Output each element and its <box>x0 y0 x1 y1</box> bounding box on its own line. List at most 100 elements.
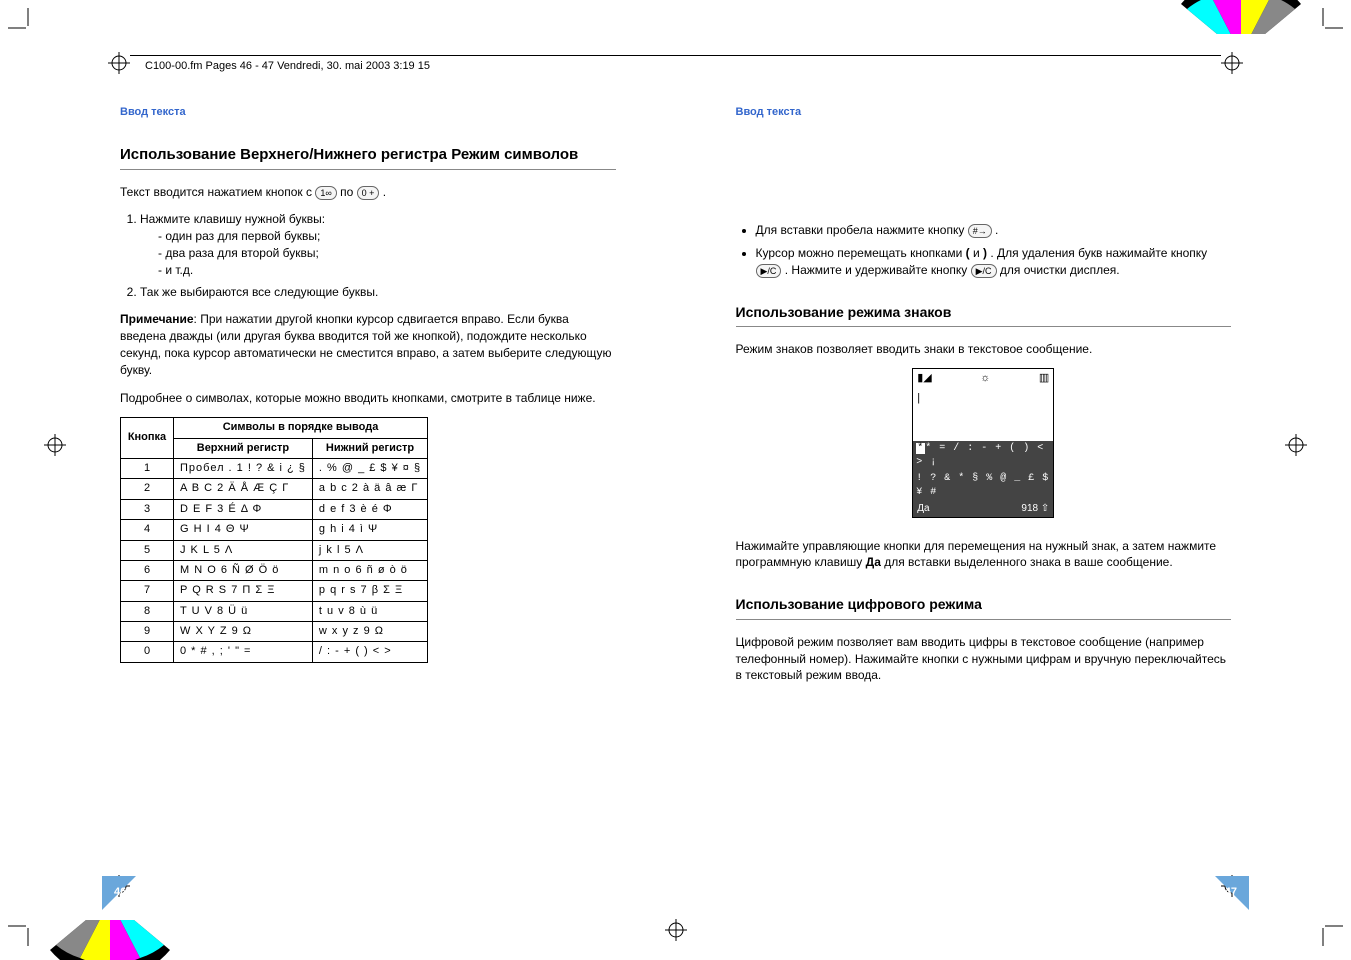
table-intro: Подробнее о символах, которые можно ввод… <box>120 390 616 407</box>
cell-lower: d e f 3 è é Φ <box>312 499 427 519</box>
text: Нажмите клавишу нужной буквы: <box>140 212 325 226</box>
cell-upper: 0 * # , ; ' " = <box>174 642 313 662</box>
cell-key: 9 <box>121 622 174 642</box>
cell-key: 0 <box>121 642 174 662</box>
cell-upper: P Q R S 7 Π Σ Ξ <box>174 581 313 601</box>
softkey-name: Да <box>866 555 881 569</box>
cell-upper: G H I 4 Θ Ψ <box>174 520 313 540</box>
table-row: 9W X Y Z 9 Ωw x y z 9 Ω <box>121 622 428 642</box>
note-label: Примечание <box>120 312 194 326</box>
phone-status-bar: ▮◢ ☼ ▥ <box>913 369 1053 388</box>
table-row: 4G H I 4 Θ Ψg h i 4 ì Ψ <box>121 520 428 540</box>
table-row: 5J K L 5 Λj k l 5 Λ <box>121 540 428 560</box>
cell-lower: a b c 2 à ä â æ Γ <box>312 479 427 499</box>
note: Примечание: При нажатии другой кнопки ку… <box>120 311 616 378</box>
symbol-paragraph: Режим знаков позволяет вводить знаки в т… <box>736 341 1232 358</box>
cell-key: 1 <box>121 458 174 478</box>
table-row: 1Пробел . 1 ! ? & i ¿ §. % @ _ £ $ ¥ ¤ § <box>121 458 428 478</box>
cell-key: 3 <box>121 499 174 519</box>
key-clear-icon: ▶/C <box>756 264 782 278</box>
cell-upper: W X Y Z 9 Ω <box>174 622 313 642</box>
text: . <box>383 185 386 199</box>
step-list: Нажмите клавишу нужной буквы: - один раз… <box>120 211 616 301</box>
key-hash-icon: #→ <box>968 224 992 238</box>
text: Текст вводится нажатием кнопок с <box>120 185 315 199</box>
text: . Нажмите и удерживайте кнопку <box>785 263 971 277</box>
cell-lower: t u v 8 ù ü <box>312 601 427 621</box>
number-paragraph: Цифровой режим позволяет вам вводить циф… <box>736 634 1232 684</box>
breadcrumb: Ввод текста <box>120 105 616 120</box>
character-table: Кнопка Символы в порядке вывода Верхний … <box>120 417 428 663</box>
heading-rule <box>736 619 1232 620</box>
key-right-icon: ) <box>983 246 987 260</box>
text: Курсор можно перемещать кнопками <box>756 246 966 260</box>
page-right: Ввод текста Для вставки пробела нажмите … <box>736 105 1232 894</box>
table-row: 8T U V 8 Ü üt u v 8 ù ü <box>121 601 428 621</box>
cell-key: 4 <box>121 520 174 540</box>
crop-mark-tl <box>8 8 36 36</box>
color-calibration-bar-icon <box>1181 0 1301 34</box>
table-row: 7P Q R S 7 Π Σ Ξp q r s 7 β Σ Ξ <box>121 581 428 601</box>
text: . Для удаления букв нажимайте кнопку <box>990 246 1207 260</box>
bullet-space: Для вставки пробела нажмите кнопку #→ . <box>756 222 1232 239</box>
col-key: Кнопка <box>121 418 174 459</box>
text: - два раза для второй буквы; <box>158 245 616 262</box>
step-1: Нажмите клавишу нужной буквы: - один раз… <box>140 211 616 278</box>
cell-upper: A B C 2 Ä Å Æ Ç Γ <box>174 479 313 499</box>
phone-symbol-row-1: ** = / : - + ( ) < > ¡ <box>913 441 1053 471</box>
table-row: 00 * # , ; ' " =/ : - + ( ) < > <box>121 642 428 662</box>
text: - один раз для первой буквы; <box>158 228 616 245</box>
page-title: Использование Верхнего/Нижнего регистра … <box>120 144 616 165</box>
registration-mark-icon <box>1285 434 1307 461</box>
intro-paragraph: Текст вводится нажатием кнопок с 1∞ по 0… <box>120 184 616 201</box>
battery-icon: ▥ <box>1039 371 1049 386</box>
crop-mark-tr <box>1315 8 1343 36</box>
registration-mark-icon <box>1221 52 1243 79</box>
text: * = / : - + ( ) < > ¡ <box>916 443 1044 468</box>
cell-key: 6 <box>121 560 174 580</box>
page-number: 46 <box>114 885 126 900</box>
text: и <box>973 246 983 260</box>
cursor-icon: | <box>917 392 920 404</box>
signal-icon: ▮◢ <box>917 371 932 386</box>
bullet-list: Для вставки пробела нажмите кнопку #→ . … <box>736 222 1232 278</box>
heading-rule <box>736 326 1232 327</box>
phone-text-area: | <box>913 389 1053 441</box>
title-rule <box>120 169 616 170</box>
symbol-paragraph-2: Нажимайте управляющие кнопки для перемещ… <box>736 538 1232 572</box>
registration-mark-icon <box>665 919 687 946</box>
registration-mark-icon <box>44 434 66 461</box>
key-1-icon: 1∞ <box>315 186 336 200</box>
registration-mark-icon <box>108 52 130 79</box>
text: . <box>995 223 998 237</box>
text: Для вставки пробела нажмите кнопку <box>756 223 968 237</box>
cell-lower: w x y z 9 Ω <box>312 622 427 642</box>
cell-upper: T U V 8 Ü ü <box>174 601 313 621</box>
cell-key: 8 <box>121 601 174 621</box>
key-0-icon: 0 + <box>357 186 380 200</box>
col-lower: Нижний регистр <box>312 438 427 458</box>
cell-upper: J K L 5 Λ <box>174 540 313 560</box>
cell-key: 2 <box>121 479 174 499</box>
key-left-icon: ( <box>966 246 970 260</box>
page-left: Ввод текста Использование Верхнего/Нижне… <box>120 105 616 894</box>
cell-upper: Пробел . 1 ! ? & i ¿ § <box>174 458 313 478</box>
heading-symbol-mode: Использование режима знаков <box>736 303 1232 323</box>
softkey-left: Да <box>917 502 929 516</box>
text: для очистки дисплея. <box>1000 263 1120 277</box>
page-number: 47 <box>1225 885 1237 900</box>
note-body: : При нажатии другой кнопки курсор сдвиг… <box>120 312 612 376</box>
step-2: Так же выбираются все следующие буквы. <box>140 284 616 301</box>
breadcrumb: Ввод текста <box>736 105 1232 120</box>
cell-upper: M N O 6 Ñ Ø Ö ö <box>174 560 313 580</box>
document-header: C100-00.fm Pages 46 - 47 Vendredi, 30. m… <box>145 60 430 72</box>
cell-lower: . % @ _ £ $ ¥ ¤ § <box>312 458 427 478</box>
table-row: 6M N O 6 Ñ Ø Ö öm n o 6 ñ ø ò ö <box>121 560 428 580</box>
table-row: 3D E F 3 É Δ Φd e f 3 è é Φ <box>121 499 428 519</box>
phone-softkey-bar: Да 918 ⇧ <box>913 501 1053 517</box>
cell-lower: g h i 4 ì Ψ <box>312 520 427 540</box>
cell-lower: m n o 6 ñ ø ò ö <box>312 560 427 580</box>
heading-number-mode: Использование цифрового режима <box>736 595 1232 615</box>
crop-mark-bl <box>8 918 36 946</box>
phone-screen-mockup: ▮◢ ☼ ▥ | ** = / : - + ( ) < > ¡ ! ? & * … <box>912 368 1054 517</box>
